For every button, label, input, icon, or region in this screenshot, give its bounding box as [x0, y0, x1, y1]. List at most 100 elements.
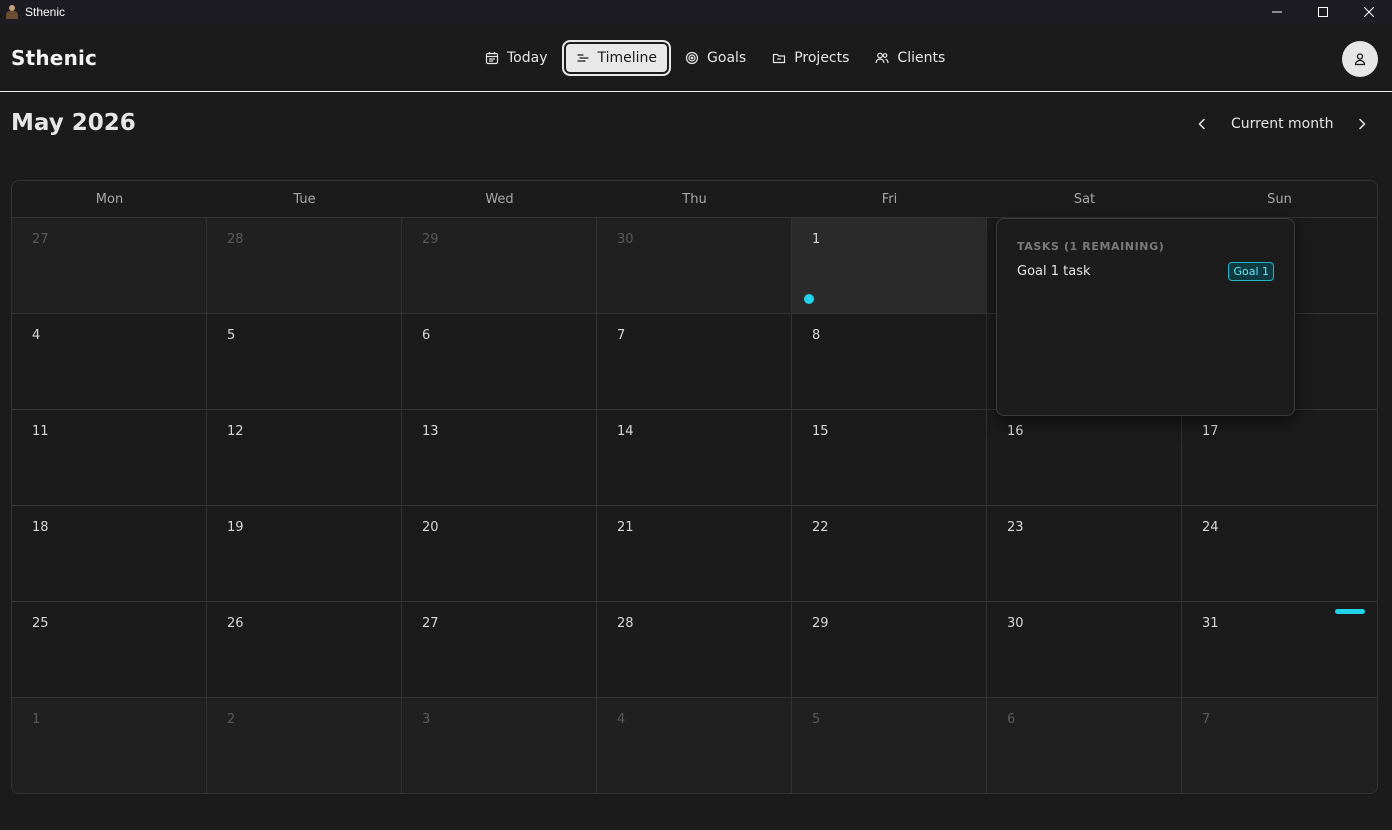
previous-month-button[interactable] [1188, 110, 1216, 138]
weekday-label: Tue [293, 191, 316, 207]
users-icon [875, 52, 890, 64]
calendar-day-cell[interactable]: 31 [1182, 602, 1377, 698]
goal-badge: Goal 1 [1228, 261, 1274, 281]
calendar-day-cell[interactable]: 6 [402, 314, 597, 410]
weekday-label: Wed [485, 191, 514, 207]
calendar-day-cell[interactable]: 8 [792, 314, 987, 410]
calendar-day-cell[interactable]: 28 [207, 218, 402, 314]
calendar-day-cell[interactable]: 30 [987, 602, 1182, 698]
weekday-label: Thu [682, 191, 707, 207]
nav-projects[interactable]: Projects [760, 40, 861, 76]
window-title: Sthenic [25, 5, 66, 19]
calendar-day-cell[interactable]: 6 [987, 698, 1182, 793]
nav-timeline[interactable]: Timeline [561, 40, 672, 76]
day-number: 11 [32, 424, 49, 439]
nav-today[interactable]: Today [473, 40, 560, 76]
day-number: 16 [1007, 424, 1024, 439]
calendar-day-cell[interactable]: 23 [987, 506, 1182, 602]
folder-icon [773, 53, 786, 64]
popover-heading: TASKS (1 REMAINING) [1017, 240, 1165, 253]
nav-goals[interactable]: Goals [673, 40, 758, 76]
app-header: Sthenic Today Timeline Goals Projects Cl… [0, 24, 1392, 92]
calendar-day-cell[interactable]: 24 [1182, 506, 1377, 602]
task-item[interactable]: Goal 1 task Goal 1 [1017, 260, 1274, 282]
weekday-label: Sat [1073, 191, 1096, 207]
calendar-day-cell[interactable]: 19 [207, 506, 402, 602]
user-avatar-button[interactable] [1342, 41, 1378, 77]
day-number: 8 [812, 328, 821, 343]
calendar-day-cell[interactable]: 27 [12, 218, 207, 314]
user-icon [1354, 53, 1366, 66]
chevron-left-icon [1198, 118, 1205, 130]
calendar-day-cell[interactable]: 4 [12, 314, 207, 410]
timeline-icon [576, 54, 589, 62]
calendar-day-cell[interactable]: 1 [12, 698, 207, 793]
calendar-day-cell[interactable]: 18 [12, 506, 207, 602]
calendar-day-cell[interactable]: 15 [792, 410, 987, 506]
nav-projects-label: Projects [794, 50, 850, 66]
current-month-button[interactable]: Current month [1216, 116, 1348, 132]
nav-goals-label: Goals [707, 50, 747, 66]
day-number: 12 [227, 424, 244, 439]
calendar-day-cell[interactable]: 28 [597, 602, 792, 698]
calendar-day-cell-today[interactable]: 1 [792, 218, 987, 314]
close-button[interactable] [1346, 0, 1392, 24]
day-tasks-popover: TASKS (1 REMAINING) Goal 1 task Goal 1 [996, 218, 1295, 416]
close-icon [1364, 7, 1374, 17]
calendar-day-cell[interactable]: 14 [597, 410, 792, 506]
day-number: 30 [1007, 616, 1024, 631]
calendar-day-cell[interactable]: 20 [402, 506, 597, 602]
day-number: 2 [227, 712, 236, 727]
maximize-button[interactable] [1300, 0, 1346, 24]
day-number: 13 [422, 424, 439, 439]
brand-logo-text[interactable]: Sthenic [11, 46, 97, 70]
calendar-day-cell[interactable]: 21 [597, 506, 792, 602]
scroll-indicator[interactable] [1335, 609, 1365, 614]
day-number: 17 [1202, 424, 1219, 439]
task-name: Goal 1 task [1017, 263, 1091, 279]
weekday-label: Sun [1267, 191, 1292, 207]
app-icon [4, 4, 20, 20]
calendar-day-cell[interactable]: 3 [402, 698, 597, 793]
day-number: 28 [227, 232, 244, 247]
next-month-button[interactable] [1348, 110, 1376, 138]
calendar-day-cell[interactable]: 5 [207, 314, 402, 410]
calendar-icon [485, 52, 499, 65]
calendar-day-cell[interactable]: 29 [402, 218, 597, 314]
calendar-day-cell[interactable]: 17 [1182, 410, 1377, 506]
calendar-day-cell[interactable]: 7 [1182, 698, 1377, 793]
day-number: 22 [812, 520, 829, 535]
task-indicator-dot [804, 294, 814, 304]
month-title: May 2026 [11, 110, 136, 136]
calendar-day-cell[interactable]: 12 [207, 410, 402, 506]
day-number: 28 [617, 616, 634, 631]
day-number: 5 [227, 328, 236, 343]
calendar-day-cell[interactable]: 4 [597, 698, 792, 793]
day-number: 5 [812, 712, 821, 727]
nav-clients-label: Clients [897, 50, 946, 66]
day-number: 4 [617, 712, 626, 727]
day-number: 23 [1007, 520, 1024, 535]
calendar-day-cell[interactable]: 11 [12, 410, 207, 506]
nav-today-label: Today [507, 50, 548, 66]
day-number: 7 [617, 328, 626, 343]
day-number: 3 [422, 712, 431, 727]
calendar-day-cell[interactable]: 7 [597, 314, 792, 410]
minimize-button[interactable] [1254, 0, 1300, 24]
calendar-day-cell[interactable]: 16 [987, 410, 1182, 506]
calendar-day-cell[interactable]: 13 [402, 410, 597, 506]
calendar-day-cell[interactable]: 26 [207, 602, 402, 698]
weekday-label: Fri [881, 191, 898, 207]
day-number: 27 [422, 616, 439, 631]
calendar-day-cell[interactable]: 2 [207, 698, 402, 793]
nav-clients[interactable]: Clients [863, 40, 957, 76]
day-number: 27 [32, 232, 49, 247]
calendar-day-cell[interactable]: 5 [792, 698, 987, 793]
window-titlebar: Sthenic [0, 0, 1392, 24]
calendar-day-cell[interactable]: 29 [792, 602, 987, 698]
calendar-day-cell[interactable]: 22 [792, 506, 987, 602]
target-icon [685, 51, 699, 65]
calendar-day-cell[interactable]: 27 [402, 602, 597, 698]
calendar-day-cell[interactable]: 30 [597, 218, 792, 314]
calendar-day-cell[interactable]: 25 [12, 602, 207, 698]
